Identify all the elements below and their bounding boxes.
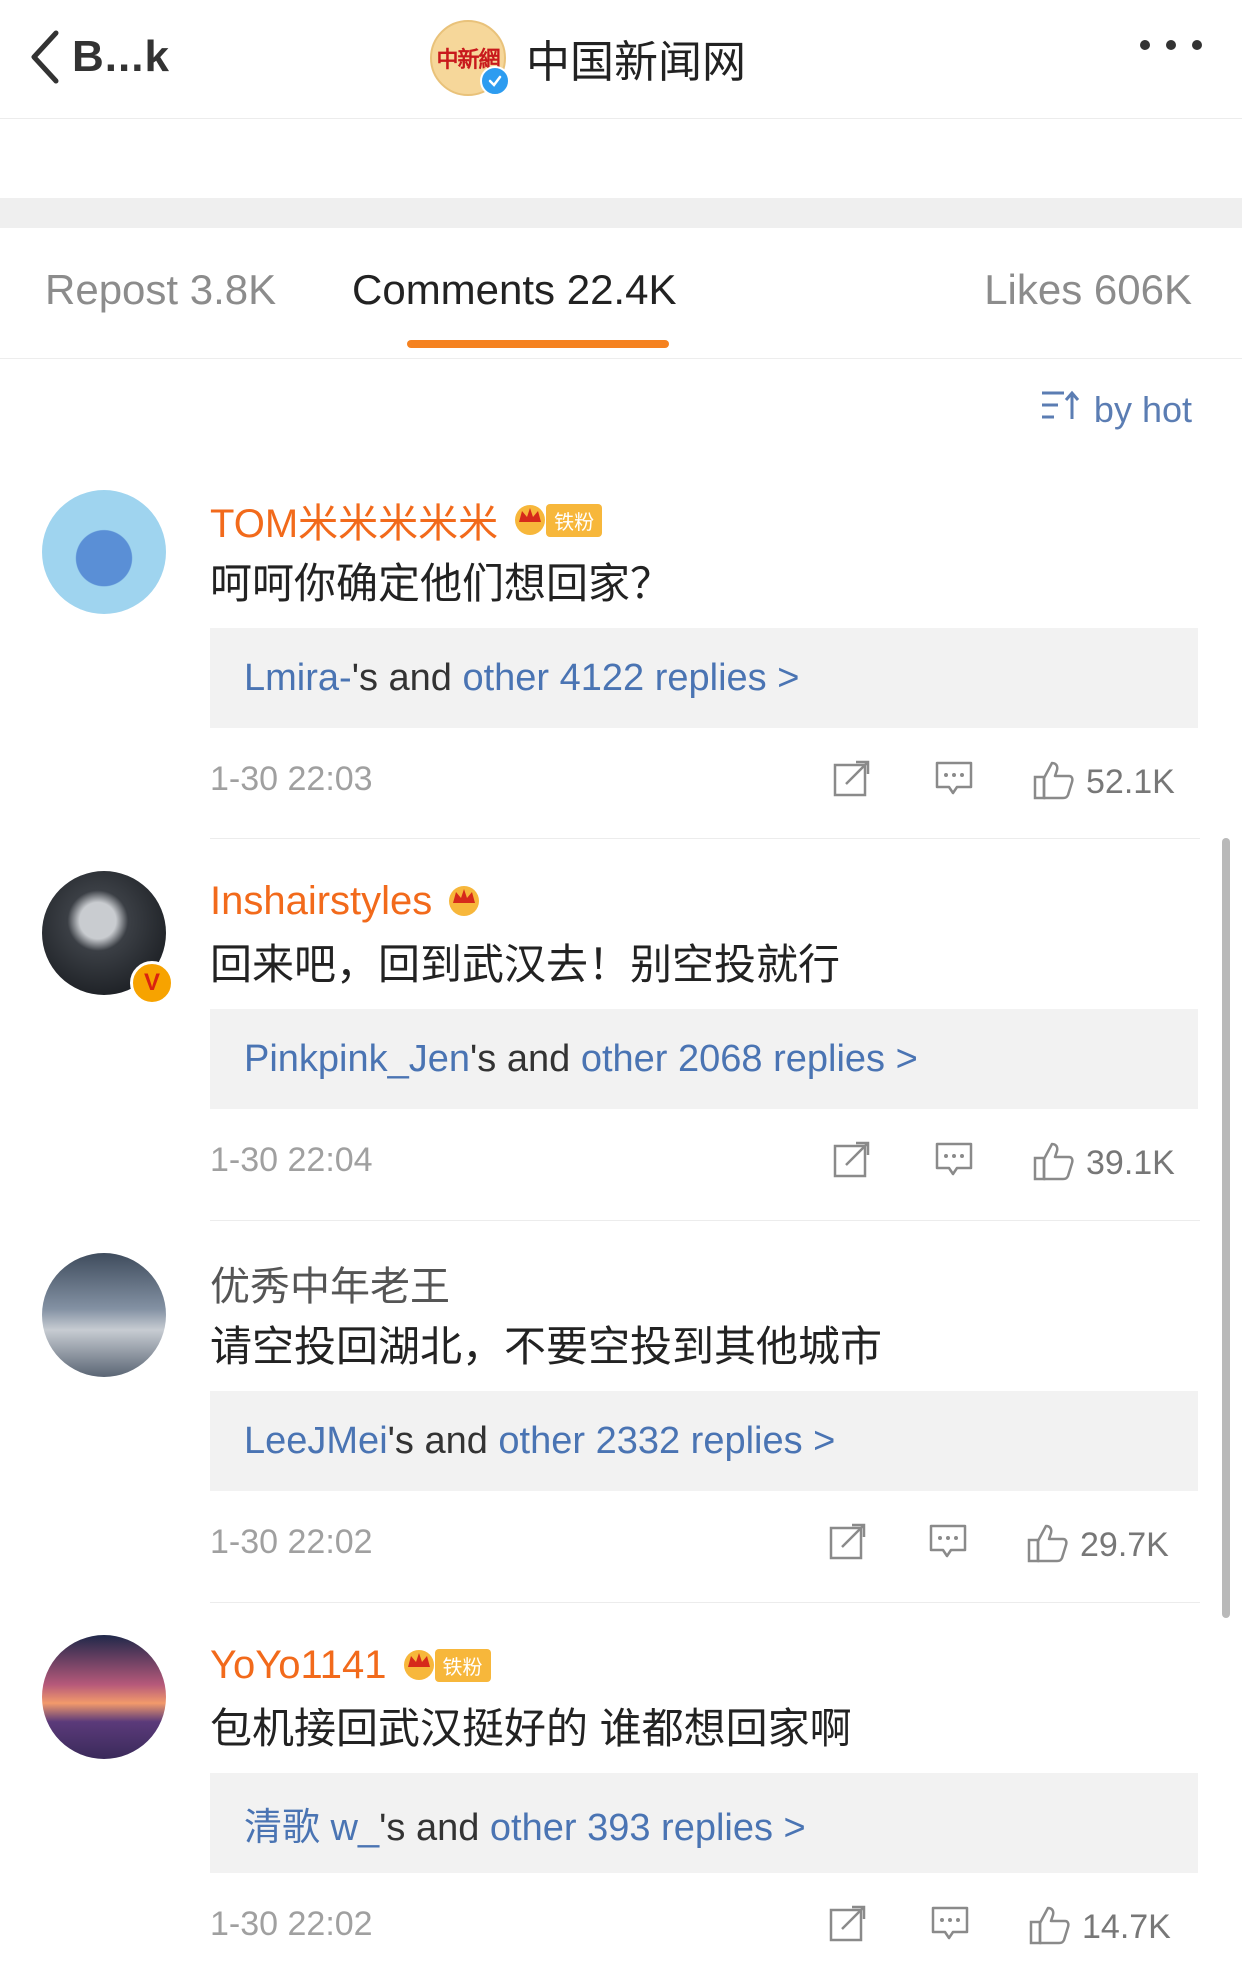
avatar[interactable] xyxy=(42,490,166,614)
replies-preview[interactable]: LeeJMei's and other 2332 replies > xyxy=(210,1391,1198,1491)
comment-footer: 1-30 22:02 29.7K xyxy=(210,1515,1200,1575)
comment-text: 呵呵你确定他们想回家？ xyxy=(210,560,673,607)
thumbs-up-icon xyxy=(1032,758,1076,807)
fan-badge xyxy=(444,881,484,922)
section-separator xyxy=(0,198,1242,228)
comment-text: 包机接回武汉挺好的 谁都想回家啊 xyxy=(210,1705,852,1752)
avatar[interactable] xyxy=(42,1635,166,1759)
comment-footer: 1-30 22:03 52.1K xyxy=(210,752,1200,812)
like-button[interactable]: 14.7K xyxy=(1028,1903,1171,1952)
comment-item: 优秀中年老王 请空投回湖北，不要空投到其他城市 LeeJMei's and ot… xyxy=(0,1253,1242,1593)
comment-icon[interactable] xyxy=(934,1139,974,1179)
avatar[interactable] xyxy=(42,1253,166,1377)
thumbs-up-icon xyxy=(1032,1139,1076,1188)
reply-username[interactable]: 清歌 w_ xyxy=(244,1807,379,1849)
comment-time: 1-30 22:04 xyxy=(210,1141,373,1179)
active-tab-indicator xyxy=(407,340,669,348)
reply-username[interactable]: LeeJMei xyxy=(244,1420,388,1462)
chevron-left-icon xyxy=(30,29,60,85)
replies-preview[interactable]: Pinkpink_Jen's and other 2068 replies > xyxy=(210,1009,1198,1109)
divider xyxy=(210,1602,1200,1603)
comment-text: 回来吧，回到武汉去！别空投就行 xyxy=(210,941,841,988)
comment-icon[interactable] xyxy=(928,1521,968,1561)
more-replies-link[interactable]: other 393 replies > xyxy=(490,1807,806,1849)
crown-icon xyxy=(510,500,550,541)
comment-item: YoYo1141 铁粉 包机接回武汉挺好的 谁都想回家啊 清歌 w_'s and… xyxy=(0,1635,1242,1973)
comment-username[interactable]: YoYo1141 xyxy=(210,1643,387,1688)
like-count: 52.1K xyxy=(1086,763,1175,801)
fan-badge: 铁粉 xyxy=(399,1645,491,1686)
like-count: 39.1K xyxy=(1086,1144,1175,1182)
divider xyxy=(210,1220,1200,1221)
comment-text: 请空投回湖北，不要空投到其他城市 xyxy=(210,1323,883,1370)
thumbs-up-icon xyxy=(1026,1521,1070,1570)
comment-footer: 1-30 22:04 39.1K xyxy=(210,1133,1200,1193)
comment-item: TOM米米米米米 铁粉 呵呵你确定他们想回家？ Lmira-'s and oth… xyxy=(0,490,1242,830)
tab-bar: Repost 3.8K Comments 22.4K Likes 606K xyxy=(0,228,1242,359)
like-button[interactable]: 29.7K xyxy=(1026,1521,1169,1570)
top-bar: B...k 中新網 中国新闻网 xyxy=(0,0,1242,119)
comment-time: 1-30 22:02 xyxy=(210,1905,373,1943)
like-button[interactable]: 39.1K xyxy=(1032,1139,1175,1188)
replies-preview[interactable]: Lmira-'s and other 4122 replies > xyxy=(210,628,1198,728)
reply-username[interactable]: Lmira- xyxy=(244,657,352,699)
account-logo: 中新網 xyxy=(430,20,510,96)
more-options-icon[interactable] xyxy=(1140,40,1202,50)
like-button[interactable]: 52.1K xyxy=(1032,758,1175,807)
replies-preview[interactable]: 清歌 w_'s and other 393 replies > xyxy=(210,1773,1198,1873)
tab-repost[interactable]: Repost 3.8K xyxy=(45,266,276,314)
crown-icon xyxy=(444,881,484,922)
thumbs-up-icon xyxy=(1028,1903,1072,1952)
divider xyxy=(210,838,1200,839)
back-label: B...k xyxy=(72,32,170,81)
tab-likes[interactable]: Likes 606K xyxy=(984,266,1192,314)
verified-icon xyxy=(480,66,510,96)
crown-icon xyxy=(399,1645,439,1686)
fan-badge: 铁粉 xyxy=(510,500,603,541)
scrollbar[interactable] xyxy=(1222,838,1230,1618)
more-replies-link[interactable]: other 4122 replies > xyxy=(462,657,799,699)
verified-v-icon: V xyxy=(130,961,174,1005)
sort-label: by hot xyxy=(1093,388,1192,430)
share-icon[interactable] xyxy=(832,758,872,798)
comment-footer: 1-30 22:02 14.7K xyxy=(210,1897,1200,1957)
more-replies-link[interactable]: other 2068 replies > xyxy=(581,1038,918,1080)
share-icon[interactable] xyxy=(828,1903,868,1943)
comment-username[interactable]: Inshairstyles xyxy=(210,879,432,924)
sort-icon xyxy=(1040,388,1094,431)
reply-username[interactable]: Pinkpink_Jen xyxy=(244,1038,470,1080)
comment-icon[interactable] xyxy=(930,1903,970,1943)
account-title[interactable]: 中新網 中国新闻网 xyxy=(430,18,746,98)
back-button[interactable]: B...k xyxy=(30,22,170,92)
like-count: 14.7K xyxy=(1082,1908,1171,1946)
page-title: 中国新闻网 xyxy=(526,38,746,87)
sort-button[interactable]: by hot xyxy=(1040,388,1192,431)
more-replies-link[interactable]: other 2332 replies > xyxy=(498,1420,835,1462)
comment-item: V Inshairstyles 回来吧，回到武汉去！别空投就行 Pinkpink… xyxy=(0,871,1242,1211)
comment-time: 1-30 22:03 xyxy=(210,760,373,798)
comment-time: 1-30 22:02 xyxy=(210,1523,373,1561)
share-icon[interactable] xyxy=(832,1139,872,1179)
share-icon[interactable] xyxy=(828,1521,868,1561)
comment-icon[interactable] xyxy=(934,758,974,798)
comment-username[interactable]: 优秀中年老王 xyxy=(210,1254,450,1312)
tab-comments[interactable]: Comments 22.4K xyxy=(352,266,676,314)
comment-username[interactable]: TOM米米米米米 xyxy=(210,491,498,549)
like-count: 29.7K xyxy=(1080,1526,1169,1564)
